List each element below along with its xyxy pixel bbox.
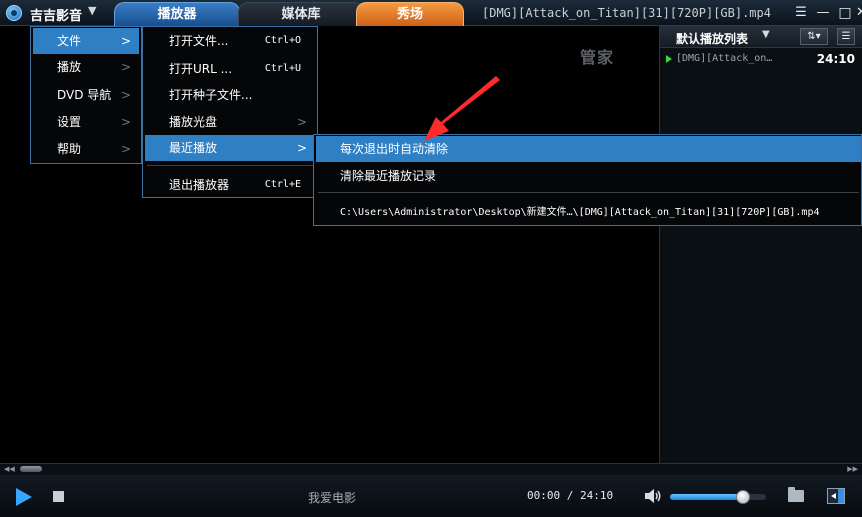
volume-fill <box>670 494 738 500</box>
folder-icon[interactable] <box>788 487 804 502</box>
playlist-item[interactable]: [DMG][Attack_on… 24:10 <box>660 52 862 68</box>
playlist-chevron-down-icon[interactable]: ▼ <box>762 29 770 40</box>
volume-icon[interactable] <box>644 488 662 504</box>
chevron-right-icon: > <box>296 141 307 155</box>
window-title: [DMG][Attack_on_Titan][31][720P][GB].mp4 <box>482 6 771 20</box>
menu-item-exit[interactable]: 退出播放器 Ctrl+E <box>145 172 315 198</box>
file-submenu: 打开文件... Ctrl+O 打开URL ... Ctrl+U 打开种子文件... … <box>142 26 318 198</box>
tab-media-library[interactable]: 媒体库 <box>238 2 364 26</box>
volume-thumb[interactable] <box>736 490 750 504</box>
play-button[interactable] <box>16 488 32 506</box>
tab-player[interactable]: 播放器 <box>114 2 240 26</box>
app-logo-icon[interactable] <box>6 5 22 21</box>
chevron-right-icon: > <box>120 115 131 129</box>
volume-slider[interactable] <box>670 494 766 500</box>
menu-item-play-disc[interactable]: 播放光盘 > <box>145 109 315 135</box>
playing-indicator-icon <box>666 55 672 63</box>
ticker-text[interactable]: 我爱电影 <box>308 489 356 506</box>
playlist-item-duration: 24:10 <box>816 52 855 66</box>
watermark: 管家 <box>580 48 615 67</box>
maximize-button[interactable]: □ <box>836 4 854 22</box>
menu-separator <box>318 192 859 193</box>
menu-item-clear-recent[interactable]: 清除最近播放记录 <box>316 163 861 189</box>
menu-item-play[interactable]: 播放 > <box>33 54 139 80</box>
playlist-sort-button[interactable]: ⇅▾ <box>800 28 828 45</box>
menu-item-file[interactable]: 文件 > <box>33 28 139 54</box>
stop-button[interactable] <box>53 491 64 502</box>
chevron-right-icon: > <box>120 34 131 48</box>
menu-item-dvd[interactable]: DVD 导航 > <box>33 82 139 108</box>
close-button[interactable]: ✕ <box>856 4 862 22</box>
app-menu-chevron-down-icon[interactable]: ▼ <box>88 4 96 17</box>
chevron-right-icon: > <box>296 115 307 129</box>
control-bar: 我爱电影 00:00 / 24:10 <box>0 475 862 517</box>
menu-item-recent-file[interactable]: C:\Users\Administrator\Desktop\新建文件…\[DM… <box>316 200 861 226</box>
seek-forward-icon[interactable]: ▶▶ <box>847 465 858 473</box>
menu-item-settings[interactable]: 设置 > <box>33 109 139 135</box>
toggle-playlist-icon[interactable] <box>827 488 845 504</box>
time-display: 00:00 / 24:10 <box>527 489 614 502</box>
seek-thumb[interactable] <box>20 466 42 472</box>
playlist-list-icon[interactable]: ☰ <box>837 28 855 45</box>
playlist-title[interactable]: 默认播放列表 <box>676 30 748 47</box>
menu-icon[interactable]: ☰ <box>792 4 810 22</box>
seek-bar[interactable]: ◀◀ ▶▶ <box>0 463 862 475</box>
menu-item-open-torrent[interactable]: 打开种子文件... <box>145 82 315 108</box>
tab-show[interactable]: 秀场 <box>356 2 464 26</box>
menu-item-auto-clear[interactable]: 每次退出时自动清除 <box>316 136 861 162</box>
menu-item-recent[interactable]: 最近播放 > <box>145 135 315 161</box>
title-bar: 吉吉影音 ▼ 播放器 媒体库 秀场 [DMG][Attack_on_Titan]… <box>0 0 862 26</box>
chevron-right-icon: > <box>120 88 131 102</box>
playlist-header: 默认播放列表 ▼ ⇅▾ ☰ <box>660 26 862 48</box>
playlist-panel: 默认播放列表 ▼ ⇅▾ ☰ [DMG][Attack_on… 24:10 <box>659 26 862 463</box>
playlist-item-name: [DMG][Attack_on… <box>676 53 773 64</box>
app-name[interactable]: 吉吉影音 <box>30 5 82 24</box>
minimize-button[interactable]: — <box>814 4 832 22</box>
main-menu: 文件 > 播放 > DVD 导航 > 设置 > 帮助 > <box>30 26 142 164</box>
chevron-right-icon: > <box>120 142 131 156</box>
menu-separator <box>147 165 313 166</box>
menu-item-open-url[interactable]: 打开URL ... Ctrl+U <box>145 56 315 82</box>
seek-back-icon[interactable]: ◀◀ <box>4 465 15 473</box>
menu-item-open-file[interactable]: 打开文件... Ctrl+O <box>145 28 315 54</box>
chevron-right-icon: > <box>120 60 131 74</box>
recent-submenu: 每次退出时自动清除 清除最近播放记录 C:\Users\Administrato… <box>313 134 862 226</box>
menu-item-help[interactable]: 帮助 > <box>33 136 139 162</box>
